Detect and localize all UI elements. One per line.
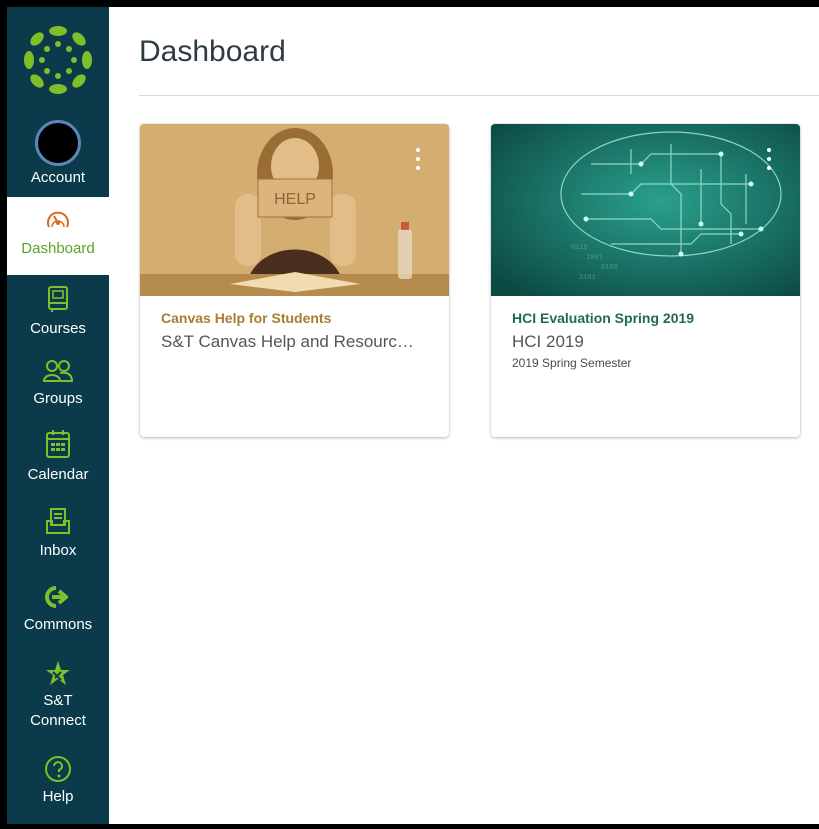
sidebar-item-commons[interactable]: Commons — [7, 585, 109, 635]
avatar — [35, 120, 81, 166]
title-divider — [139, 95, 819, 96]
canvas-window: Account Dashboard Courses Groups Calenda… — [7, 7, 819, 824]
sidebar-item-label: Connect — [30, 712, 86, 729]
course-card-options-menu[interactable] — [415, 148, 421, 176]
course-card-body: HCI Evaluation Spring 2019 HCI 2019 2019… — [512, 310, 788, 370]
sidebar-item-label: Account — [30, 169, 86, 186]
svg-text:1101: 1101 — [579, 274, 596, 282]
sidebar-item-label: Commons — [23, 616, 93, 633]
sidebar-item-courses[interactable]: Courses — [7, 285, 109, 339]
sidebar-item-account[interactable]: Account — [7, 120, 109, 188]
sidebar-item-help[interactable]: Help — [7, 755, 109, 807]
courses-icon — [48, 286, 68, 312]
course-card-hero-image[interactable]: HELP — [140, 124, 449, 296]
star-icon — [46, 661, 70, 685]
course-card-hero-image[interactable]: 0110 1001 0100 1101 — [491, 124, 800, 296]
course-card-term: 2019 Spring Semester — [512, 356, 632, 370]
svg-text:0110: 0110 — [571, 244, 588, 252]
sidebar-item-label: Help — [42, 788, 74, 805]
calendar-icon — [46, 430, 70, 458]
help-icon — [45, 756, 71, 782]
sidebar-item-label: Groups — [33, 390, 83, 407]
sidebar-item-label: Inbox — [39, 542, 77, 559]
sidebar-item-dashboard[interactable]: Dashboard — [7, 197, 109, 275]
course-card-title[interactable]: HCI Evaluation Spring 2019 — [512, 310, 788, 326]
sidebar-item-label: Dashboard — [21, 240, 95, 257]
hero-sign-text: HELP — [274, 191, 316, 208]
svg-text:1001: 1001 — [586, 254, 603, 262]
course-card-body: Canvas Help for Students S&T Canvas Help… — [161, 310, 437, 352]
svg-text:0100: 0100 — [601, 264, 618, 272]
sidebar-item-label: S&T — [43, 692, 73, 709]
inbox-icon — [46, 508, 70, 534]
course-card-hci-evaluation[interactable]: 0110 1001 0100 1101 HCI Evaluation Spring … — [491, 124, 800, 437]
main-content: Dashboard HELP Canvas Help for Students … — [109, 7, 819, 824]
course-card-code: HCI 2019 — [512, 332, 584, 351]
sidebar-item-groups[interactable]: Groups — [7, 359, 109, 409]
sidebar-item-st-connect[interactable]: S&T Connect — [7, 659, 109, 731]
commons-icon — [45, 586, 68, 608]
sidebar-item-inbox[interactable]: Inbox — [7, 507, 109, 561]
sidebar-item-label: Calendar — [27, 466, 89, 483]
canvas-logo-icon[interactable] — [21, 23, 95, 97]
sidebar-item-calendar[interactable]: Calendar — [7, 429, 109, 485]
dashboard-icon — [47, 211, 69, 228]
course-card-canvas-help[interactable]: HELP Canvas Help for Students S&T Canvas… — [140, 124, 449, 437]
sidebar-item-label: Courses — [30, 320, 86, 337]
course-card-title[interactable]: Canvas Help for Students — [161, 310, 437, 326]
groups-icon — [42, 360, 74, 382]
course-card-code: S&T Canvas Help and Resourc… — [161, 332, 414, 351]
global-navigation: Account Dashboard Courses Groups Calenda… — [7, 7, 109, 824]
page-title: Dashboard — [139, 35, 286, 68]
course-card-options-menu[interactable] — [766, 148, 772, 176]
